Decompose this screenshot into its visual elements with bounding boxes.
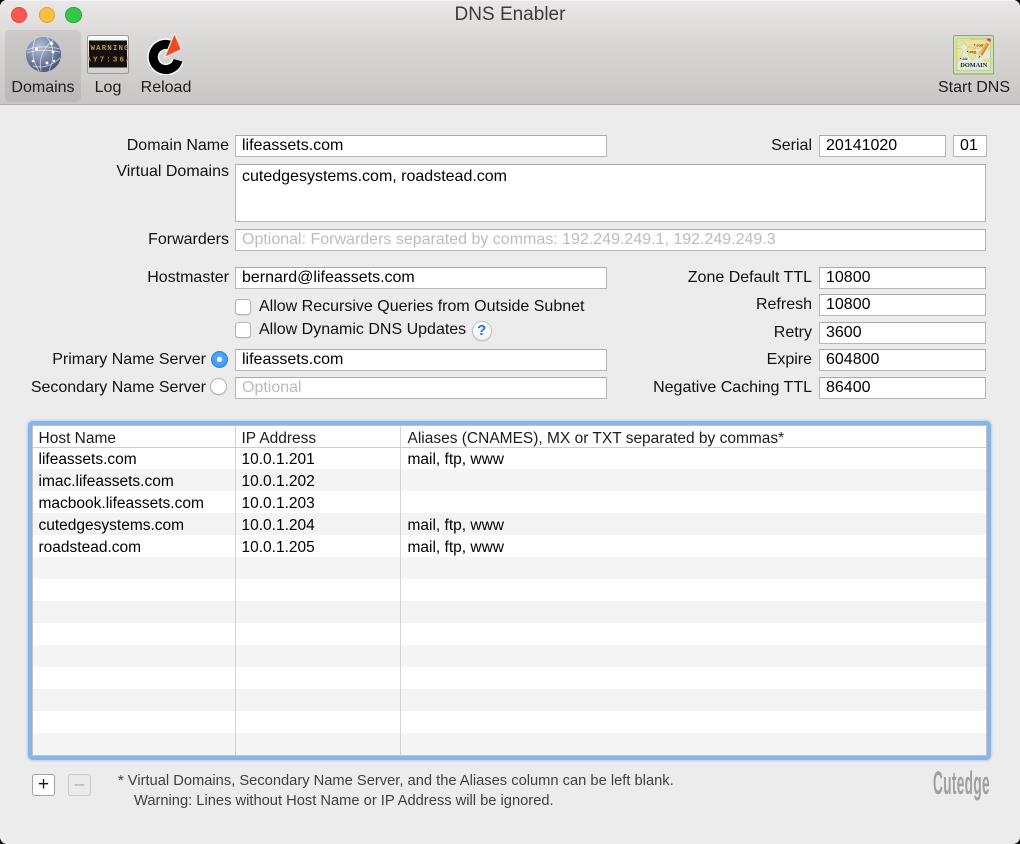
svg-text:.biz: .biz — [962, 57, 968, 61]
svg-text:AY7:36A: AY7:36A — [87, 57, 129, 65]
svg-text:.org: .org — [969, 50, 977, 54]
svg-text:WARNING: WARNING — [91, 45, 130, 53]
svg-text:DOMAIN: DOMAIN — [960, 62, 987, 69]
